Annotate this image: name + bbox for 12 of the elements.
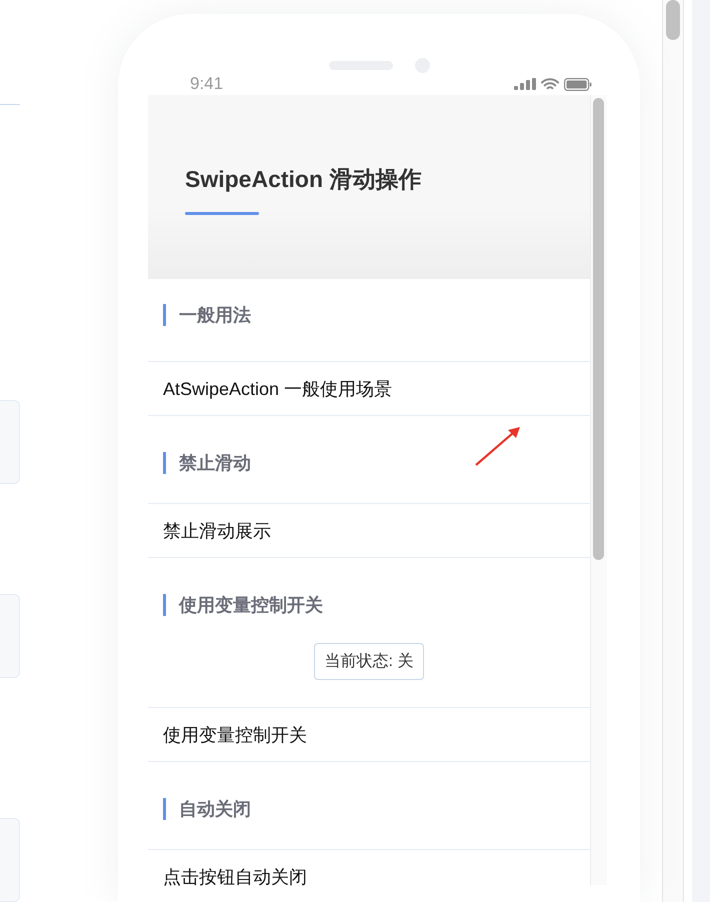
swipe-item[interactable]: 禁止滑动展示 xyxy=(148,503,590,558)
status-button[interactable]: 当前状态: 关 xyxy=(314,643,424,680)
signal-icon xyxy=(514,78,536,90)
status-time: 9:41 xyxy=(190,74,224,94)
divider-line xyxy=(0,104,20,105)
swipe-item[interactable]: 点击按钮自动关闭 xyxy=(148,849,590,902)
swipe-item[interactable]: AtSwipeAction 一般使用场景 xyxy=(148,361,590,416)
battery-icon xyxy=(564,78,592,90)
annotation-arrow xyxy=(473,424,523,468)
wifi-icon xyxy=(541,78,559,90)
page-title: SwipeAction 滑动操作 xyxy=(185,165,422,194)
swipe-item[interactable]: 使用变量控制开关 xyxy=(148,707,590,762)
